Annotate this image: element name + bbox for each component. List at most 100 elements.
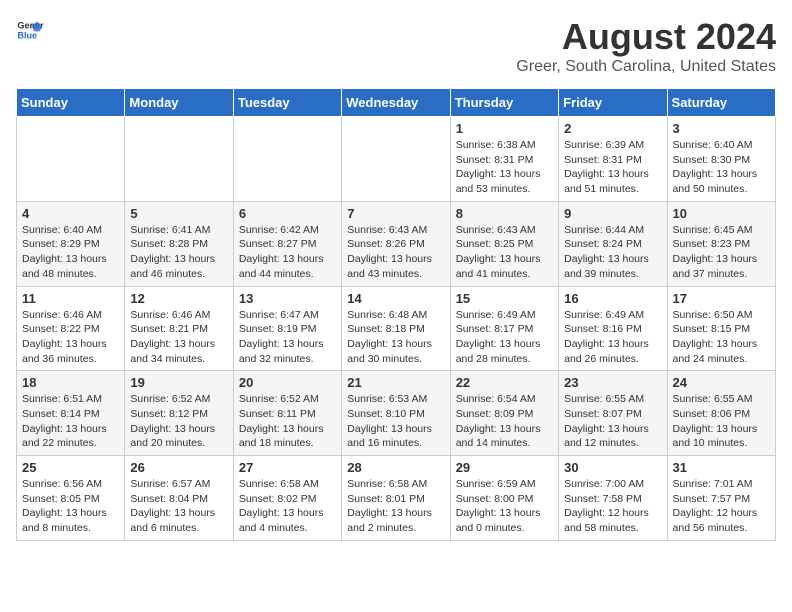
calendar-cell: 16 Sunrise: 6:49 AM Sunset: 8:16 PM Dayli…	[559, 286, 667, 371]
day-number: 22	[456, 375, 553, 390]
calendar-week-3: 11Sunrise: 6:46 AM Sunset: 8:22 PM Dayli…	[17, 286, 776, 371]
day-number: 9	[564, 206, 661, 221]
weekday-header-saturday: Saturday	[667, 89, 775, 117]
calendar-cell: 2 Sunrise: 6:39 AM Sunset: 8:31 PM Daylig…	[559, 117, 667, 202]
calendar-cell: 26Sunrise: 6:57 AM Sunset: 8:04 PM Dayli…	[125, 456, 233, 541]
day-number: 31	[673, 460, 770, 475]
calendar-cell: 4Sunrise: 6:40 AM Sunset: 8:29 PM Daylig…	[17, 201, 125, 286]
day-info: Sunrise: 6:41 AM Sunset: 8:28 PM Dayligh…	[130, 223, 227, 282]
calendar-cell: 8Sunrise: 6:43 AM Sunset: 8:25 PM Daylig…	[450, 201, 558, 286]
weekday-header-monday: Monday	[125, 89, 233, 117]
calendar-cell: 21Sunrise: 6:53 AM Sunset: 8:10 PM Dayli…	[342, 371, 450, 456]
day-info: Sunrise: 7:00 AM Sunset: 7:58 PM Dayligh…	[564, 477, 661, 536]
day-info: Sunrise: 6:51 AM Sunset: 8:14 PM Dayligh…	[22, 392, 119, 451]
day-info: Sunrise: 6:52 AM Sunset: 8:11 PM Dayligh…	[239, 392, 336, 451]
day-number: 2	[564, 121, 661, 136]
day-info: Sunrise: 6:43 AM Sunset: 8:25 PM Dayligh…	[456, 223, 553, 282]
calendar-cell: 18 Sunrise: 6:51 AM Sunset: 8:14 PM Dayli…	[17, 371, 125, 456]
day-number: 14	[347, 291, 444, 306]
day-info: Sunrise: 6:52 AM Sunset: 8:12 PM Dayligh…	[130, 392, 227, 451]
calendar-cell	[17, 117, 125, 202]
weekday-header-row: SundayMondayTuesdayWednesdayThursdayFrid…	[17, 89, 776, 117]
title-area: August 2024 Greer, South Carolina, Unite…	[516, 16, 776, 76]
day-info: Sunrise: 6:46 AM Sunset: 8:21 PM Dayligh…	[130, 308, 227, 367]
calendar-cell: 1 Sunrise: 6:38 AM Sunset: 8:31 PM Daylig…	[450, 117, 558, 202]
calendar-cell	[233, 117, 341, 202]
day-info: Sunrise: 6:49 AM Sunset: 8:16 PM Dayligh…	[564, 308, 661, 367]
day-info: Sunrise: 6:47 AM Sunset: 8:19 PM Dayligh…	[239, 308, 336, 367]
day-info: Sunrise: 6:53 AM Sunset: 8:10 PM Dayligh…	[347, 392, 444, 451]
calendar-cell: 28Sunrise: 6:58 AM Sunset: 8:01 PM Dayli…	[342, 456, 450, 541]
day-number: 6	[239, 206, 336, 221]
calendar-cell: 11Sunrise: 6:46 AM Sunset: 8:22 PM Dayli…	[17, 286, 125, 371]
day-info: Sunrise: 6:58 AM Sunset: 8:01 PM Dayligh…	[347, 477, 444, 536]
day-number: 24	[673, 375, 770, 390]
calendar-cell: 5 Sunrise: 6:41 AM Sunset: 8:28 PM Daylig…	[125, 201, 233, 286]
day-info: Sunrise: 6:55 AM Sunset: 8:06 PM Dayligh…	[673, 392, 770, 451]
day-number: 23	[564, 375, 661, 390]
calendar-cell: 31Sunrise: 7:01 AM Sunset: 7:57 PM Dayli…	[667, 456, 775, 541]
calendar-week-5: 25 Sunrise: 6:56 AM Sunset: 8:05 PM Dayli…	[17, 456, 776, 541]
calendar-cell: 14 Sunrise: 6:48 AM Sunset: 8:18 PM Dayli…	[342, 286, 450, 371]
calendar-cell: 22 Sunrise: 6:54 AM Sunset: 8:09 PM Dayli…	[450, 371, 558, 456]
day-number: 25	[22, 460, 119, 475]
calendar-cell: 7 Sunrise: 6:43 AM Sunset: 8:26 PM Daylig…	[342, 201, 450, 286]
day-info: Sunrise: 6:55 AM Sunset: 8:07 PM Dayligh…	[564, 392, 661, 451]
day-info: Sunrise: 6:44 AM Sunset: 8:24 PM Dayligh…	[564, 223, 661, 282]
calendar-cell: 6 Sunrise: 6:42 AM Sunset: 8:27 PM Daylig…	[233, 201, 341, 286]
day-info: Sunrise: 6:54 AM Sunset: 8:09 PM Dayligh…	[456, 392, 553, 451]
day-number: 17	[673, 291, 770, 306]
svg-text:Blue: Blue	[17, 30, 37, 40]
weekday-header-sunday: Sunday	[17, 89, 125, 117]
calendar-cell: 29 Sunrise: 6:59 AM Sunset: 8:00 PM Dayli…	[450, 456, 558, 541]
day-info: Sunrise: 6:42 AM Sunset: 8:27 PM Dayligh…	[239, 223, 336, 282]
day-info: Sunrise: 6:56 AM Sunset: 8:05 PM Dayligh…	[22, 477, 119, 536]
page-title: August 2024	[516, 16, 776, 58]
day-number: 30	[564, 460, 661, 475]
calendar-table: SundayMondayTuesdayWednesdayThursdayFrid…	[16, 88, 776, 541]
logo: General Blue	[16, 16, 44, 44]
calendar-cell	[342, 117, 450, 202]
calendar-week-1: 1 Sunrise: 6:38 AM Sunset: 8:31 PM Daylig…	[17, 117, 776, 202]
calendar-cell: 27Sunrise: 6:58 AM Sunset: 8:02 PM Dayli…	[233, 456, 341, 541]
day-number: 12	[130, 291, 227, 306]
calendar-cell: 17Sunrise: 6:50 AM Sunset: 8:15 PM Dayli…	[667, 286, 775, 371]
calendar-cell: 9 Sunrise: 6:44 AM Sunset: 8:24 PM Daylig…	[559, 201, 667, 286]
day-number: 19	[130, 375, 227, 390]
calendar-week-4: 18 Sunrise: 6:51 AM Sunset: 8:14 PM Dayli…	[17, 371, 776, 456]
weekday-header-thursday: Thursday	[450, 89, 558, 117]
calendar-cell: 12 Sunrise: 6:46 AM Sunset: 8:21 PM Dayli…	[125, 286, 233, 371]
calendar-cell: 10 Sunrise: 6:45 AM Sunset: 8:23 PM Dayli…	[667, 201, 775, 286]
day-number: 27	[239, 460, 336, 475]
calendar-cell: 23 Sunrise: 6:55 AM Sunset: 8:07 PM Dayli…	[559, 371, 667, 456]
day-number: 5	[130, 206, 227, 221]
day-info: Sunrise: 6:57 AM Sunset: 8:04 PM Dayligh…	[130, 477, 227, 536]
day-number: 1	[456, 121, 553, 136]
day-number: 3	[673, 121, 770, 136]
day-number: 20	[239, 375, 336, 390]
day-info: Sunrise: 6:59 AM Sunset: 8:00 PM Dayligh…	[456, 477, 553, 536]
day-number: 7	[347, 206, 444, 221]
day-info: Sunrise: 6:38 AM Sunset: 8:31 PM Dayligh…	[456, 138, 553, 197]
day-number: 16	[564, 291, 661, 306]
day-info: Sunrise: 6:49 AM Sunset: 8:17 PM Dayligh…	[456, 308, 553, 367]
calendar-cell: 19 Sunrise: 6:52 AM Sunset: 8:12 PM Dayli…	[125, 371, 233, 456]
calendar-cell: 20 Sunrise: 6:52 AM Sunset: 8:11 PM Dayli…	[233, 371, 341, 456]
day-info: Sunrise: 6:43 AM Sunset: 8:26 PM Dayligh…	[347, 223, 444, 282]
calendar-cell: 25 Sunrise: 6:56 AM Sunset: 8:05 PM Dayli…	[17, 456, 125, 541]
day-info: Sunrise: 6:46 AM Sunset: 8:22 PM Dayligh…	[22, 308, 119, 367]
calendar-cell: 3Sunrise: 6:40 AM Sunset: 8:30 PM Daylig…	[667, 117, 775, 202]
logo-svg: General Blue	[16, 16, 44, 44]
page-subtitle: Greer, South Carolina, United States	[516, 58, 776, 76]
weekday-header-friday: Friday	[559, 89, 667, 117]
day-number: 10	[673, 206, 770, 221]
calendar-cell	[125, 117, 233, 202]
calendar-cell: 15Sunrise: 6:49 AM Sunset: 8:17 PM Dayli…	[450, 286, 558, 371]
day-info: Sunrise: 6:39 AM Sunset: 8:31 PM Dayligh…	[564, 138, 661, 197]
calendar-week-2: 4Sunrise: 6:40 AM Sunset: 8:29 PM Daylig…	[17, 201, 776, 286]
calendar-cell: 13Sunrise: 6:47 AM Sunset: 8:19 PM Dayli…	[233, 286, 341, 371]
day-number: 29	[456, 460, 553, 475]
day-number: 18	[22, 375, 119, 390]
day-info: Sunrise: 6:45 AM Sunset: 8:23 PM Dayligh…	[673, 223, 770, 282]
day-info: Sunrise: 6:48 AM Sunset: 8:18 PM Dayligh…	[347, 308, 444, 367]
